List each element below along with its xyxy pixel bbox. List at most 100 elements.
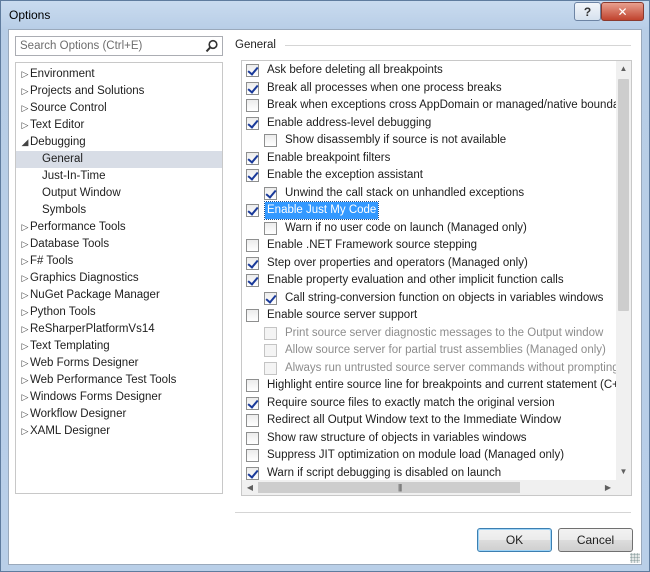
tree-item[interactable]: ◢ Debugging: [16, 134, 222, 151]
tree-item[interactable]: ▷ Database Tools: [16, 236, 222, 253]
option-checkbox[interactable]: [246, 309, 259, 322]
tree-item[interactable]: ▷ Python Tools: [16, 304, 222, 321]
scroll-right-icon[interactable]: ▶: [600, 480, 616, 495]
expand-arrow-icon[interactable]: ▷: [20, 321, 30, 338]
expand-arrow-icon[interactable]: ▷: [20, 423, 30, 440]
expand-arrow-icon[interactable]: ▷: [20, 287, 30, 304]
option-checkbox[interactable]: [264, 221, 277, 235]
tree-item[interactable]: ▷ Graphics Diagnostics: [16, 270, 222, 287]
option-row[interactable]: Show raw structure of objects in variabl…: [246, 430, 529, 447]
option-checkbox[interactable]: [264, 291, 277, 305]
vertical-scroll-thumb[interactable]: [618, 79, 629, 311]
tree-item[interactable]: Just-In-Time: [16, 168, 222, 185]
expand-arrow-icon[interactable]: ▷: [20, 117, 30, 134]
option-row[interactable]: Enable the exception assistant: [246, 167, 425, 184]
resize-grip-icon[interactable]: [630, 553, 640, 563]
tree-item[interactable]: ▷ Web Forms Designer: [16, 355, 222, 372]
expand-arrow-icon[interactable]: ▷: [20, 236, 30, 253]
option-checkbox[interactable]: [246, 116, 259, 130]
horizontal-scroll-thumb[interactable]: |||: [258, 482, 520, 493]
option-checkbox[interactable]: [246, 379, 259, 392]
expand-arrow-icon[interactable]: ▷: [20, 355, 30, 372]
expand-arrow-icon[interactable]: ▷: [20, 406, 30, 423]
expand-arrow-icon[interactable]: ▷: [20, 372, 30, 389]
option-row[interactable]: Call string-conversion function on objec…: [264, 290, 605, 307]
tree-item[interactable]: ▷ Workflow Designer: [16, 406, 222, 423]
option-checkbox[interactable]: [246, 169, 259, 182]
option-checkbox[interactable]: [246, 396, 259, 410]
option-checkbox[interactable]: [246, 256, 259, 270]
option-row[interactable]: Enable property evaluation and other imp…: [246, 272, 566, 289]
horizontal-scrollbar[interactable]: ◀ ||| ▶: [242, 480, 616, 495]
tree-item[interactable]: ▷ Web Performance Test Tools: [16, 372, 222, 389]
option-row[interactable]: Enable Just My Code: [246, 201, 380, 220]
option-row[interactable]: Ask before deleting all breakpoints: [246, 62, 445, 79]
option-row[interactable]: Step over properties and operators (Mana…: [246, 255, 530, 272]
expand-arrow-icon[interactable]: ▷: [20, 304, 30, 321]
option-row[interactable]: Highlight entire source line for breakpo…: [246, 377, 631, 394]
option-row[interactable]: Break all processes when one process bre…: [246, 80, 504, 97]
option-checkbox[interactable]: [246, 274, 259, 287]
cancel-button[interactable]: Cancel: [558, 528, 633, 552]
general-options-list[interactable]: Ask before deleting all breakpoints Break…: [241, 60, 632, 496]
scroll-up-icon[interactable]: ▲: [616, 61, 631, 77]
option-row[interactable]: Redirect all Output Window text to the I…: [246, 412, 563, 429]
tree-item[interactable]: ▷ NuGet Package Manager: [16, 287, 222, 304]
search-options-input[interactable]: Search Options (Ctrl+E): [15, 36, 223, 56]
option-row[interactable]: Require source files to exactly match th…: [246, 395, 557, 412]
option-row[interactable]: Enable breakpoint filters: [246, 150, 392, 167]
search-icon[interactable]: [205, 39, 219, 53]
option-checkbox[interactable]: [264, 186, 277, 200]
option-checkbox[interactable]: [246, 239, 259, 252]
close-button[interactable]: ✕: [601, 2, 644, 21]
option-checkbox[interactable]: [246, 449, 259, 462]
tree-item[interactable]: ▷ F# Tools: [16, 253, 222, 270]
expand-arrow-icon[interactable]: ▷: [20, 270, 30, 287]
expand-arrow-icon[interactable]: ▷: [20, 83, 30, 100]
option-checkbox[interactable]: [264, 134, 277, 147]
tree-item[interactable]: ▷ Performance Tools: [16, 219, 222, 236]
ok-button[interactable]: OK: [477, 528, 552, 552]
expand-arrow-icon[interactable]: ▷: [20, 389, 30, 406]
tree-item[interactable]: ▷ Environment: [16, 66, 222, 83]
tree-item[interactable]: ▷ Text Editor: [16, 117, 222, 134]
option-checkbox[interactable]: [246, 64, 259, 77]
tree-item[interactable]: Symbols: [16, 202, 222, 219]
option-row[interactable]: Unwind the call stack on unhandled excep…: [264, 185, 526, 202]
tree-item[interactable]: ▷ ReSharperPlatformVs14: [16, 321, 222, 338]
option-row[interactable]: Show disassembly if source is not availa…: [264, 132, 508, 149]
option-row[interactable]: Break when exceptions cross AppDomain or…: [246, 97, 631, 114]
expand-arrow-icon[interactable]: ▷: [20, 100, 30, 117]
expand-arrow-icon[interactable]: ▷: [20, 219, 30, 236]
tree-item[interactable]: ▷ XAML Designer: [16, 423, 222, 440]
title-bar[interactable]: Options ? ✕: [1, 1, 649, 29]
option-row[interactable]: Warn if no user code on launch (Managed …: [264, 220, 529, 237]
expand-arrow-icon[interactable]: ▷: [20, 253, 30, 270]
option-checkbox[interactable]: [246, 414, 259, 427]
help-button[interactable]: ?: [574, 2, 601, 21]
tree-item[interactable]: ▷ Windows Forms Designer: [16, 389, 222, 406]
expand-arrow-icon[interactable]: ▷: [20, 338, 30, 355]
option-checkbox[interactable]: [246, 81, 259, 95]
options-tree[interactable]: ▷ Environment ▷ Projects and Solutions ▷ Sour…: [15, 62, 223, 494]
option-row[interactable]: Suppress JIT optimization on module load…: [246, 447, 566, 464]
expand-arrow-icon[interactable]: ▷: [20, 66, 30, 83]
option-checkbox[interactable]: [246, 466, 259, 480]
option-row[interactable]: Enable address-level debugging: [246, 115, 433, 132]
tree-item[interactable]: ▷ Source Control: [16, 100, 222, 117]
vertical-scrollbar[interactable]: ▲ ▼: [616, 61, 631, 480]
tree-item[interactable]: ▷ Text Templating: [16, 338, 222, 355]
option-checkbox[interactable]: [246, 204, 259, 217]
option-row[interactable]: Enable .NET Framework source stepping: [246, 237, 479, 254]
scroll-down-icon[interactable]: ▼: [616, 464, 631, 480]
collapse-arrow-icon[interactable]: ◢: [20, 134, 30, 151]
option-checkbox[interactable]: [246, 151, 259, 165]
scroll-left-icon[interactable]: ◀: [242, 480, 258, 495]
option-row[interactable]: Warn if script debugging is disabled on …: [246, 465, 503, 482]
tree-item[interactable]: ▷ Projects and Solutions: [16, 83, 222, 100]
tree-item[interactable]: General: [16, 151, 222, 168]
option-row[interactable]: Enable source server support: [246, 307, 419, 324]
option-checkbox[interactable]: [246, 99, 259, 112]
option-checkbox[interactable]: [246, 431, 259, 445]
tree-item[interactable]: Output Window: [16, 185, 222, 202]
